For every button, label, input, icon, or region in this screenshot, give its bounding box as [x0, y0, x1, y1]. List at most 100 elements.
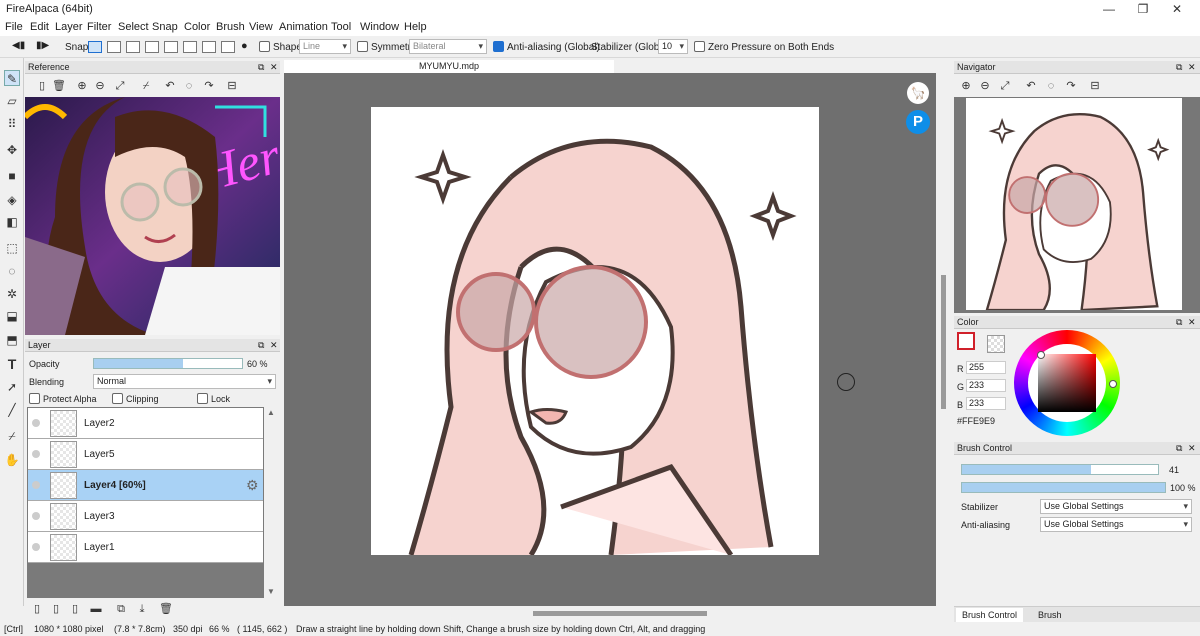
menu-color[interactable]: Color — [184, 21, 210, 33]
secondary-color-swatch[interactable] — [987, 335, 1005, 353]
brush-size-slider[interactable] — [961, 464, 1159, 475]
layer-row-layer2[interactable]: Layer2 — [28, 408, 263, 439]
scroll-up-icon[interactable]: ▲ — [267, 408, 275, 417]
fit-icon[interactable]: ⤢ — [998, 79, 1012, 93]
layer-row-layer3[interactable]: Layer3 — [28, 501, 263, 532]
reset-rotate-icon[interactable]: ◌ — [182, 79, 196, 93]
new-1bit-layer-icon[interactable]: ▯ — [68, 602, 82, 616]
visibility-icon[interactable] — [32, 419, 40, 427]
blending-select[interactable]: Normal — [93, 374, 276, 389]
panel-float-icon[interactable]: ⧉ — [258, 339, 264, 352]
next-frame-icon[interactable]: ▮▶ — [36, 40, 49, 51]
layer-opacity-slider[interactable] — [93, 358, 243, 369]
panel-close-icon[interactable]: ✕ — [1188, 316, 1196, 329]
snap-circle-icon[interactable] — [183, 41, 197, 53]
brush-stabilizer-select[interactable]: Use Global Settings — [1040, 499, 1192, 514]
b-input[interactable]: 233 — [966, 397, 1006, 410]
delete-layer-icon[interactable]: 🗑 — [159, 602, 173, 616]
panel-close-icon[interactable]: ✕ — [1188, 61, 1196, 74]
move-tool-icon[interactable]: ✥ — [4, 142, 20, 158]
reset-rotate-icon[interactable]: ◌ — [1044, 79, 1058, 93]
rotate-left-icon[interactable]: ↶ — [163, 79, 177, 93]
menu-layer[interactable]: Layer — [55, 21, 83, 33]
gradient-tool-icon[interactable]: ◧ — [4, 214, 20, 230]
snap-crisscross-icon[interactable] — [145, 41, 159, 53]
layer-row-layer4[interactable]: Layer4 [60%] ⚙ — [28, 470, 263, 501]
menu-file[interactable]: File — [5, 21, 23, 33]
menu-filter[interactable]: Filter — [87, 21, 111, 33]
alpaca-icon[interactable]: 🦙 — [907, 82, 929, 104]
text-tool-icon[interactable]: T — [4, 356, 20, 372]
eyedropper-icon[interactable]: ⌿ — [139, 79, 153, 93]
open-image-icon[interactable]: ▯ — [35, 79, 49, 93]
snap-off-icon[interactable] — [88, 41, 102, 53]
zoom-in-icon[interactable]: ⊕ — [959, 79, 973, 93]
vertical-scrollbar[interactable] — [941, 275, 946, 409]
visibility-icon[interactable] — [32, 450, 40, 458]
layer-row-layer5[interactable]: Layer5 — [28, 439, 263, 470]
shape-checkbox[interactable] — [259, 41, 270, 52]
antialias-checkbox[interactable] — [493, 41, 504, 52]
panel-close-icon[interactable]: ✕ — [270, 61, 278, 74]
select-pen-tool-icon[interactable]: ⬓ — [4, 308, 20, 324]
eyedropper-tool-icon[interactable]: ⌿ — [4, 428, 20, 444]
menu-snap[interactable]: Snap — [152, 21, 178, 33]
snap-curve-icon[interactable] — [202, 41, 216, 53]
visibility-icon[interactable] — [32, 543, 40, 551]
rotate-right-icon[interactable]: ↷ — [202, 79, 216, 93]
sv-picker-handle[interactable] — [1037, 351, 1045, 359]
horizontal-scrollbar[interactable] — [533, 611, 707, 616]
flip-icon[interactable]: ⊟ — [1088, 79, 1102, 93]
brush-antialias-select[interactable]: Use Global Settings — [1040, 517, 1192, 532]
menu-brush[interactable]: Brush — [216, 21, 245, 33]
hue-wheel[interactable] — [1014, 330, 1120, 436]
operation-tool-icon[interactable]: ➚ — [4, 379, 20, 395]
stabilizer-select[interactable]: 10 — [658, 39, 688, 54]
fill-rect-tool-icon[interactable]: ■ — [4, 168, 20, 184]
scroll-down-icon[interactable]: ▼ — [267, 587, 275, 596]
duplicate-layer-icon[interactable]: ⧉ — [114, 602, 128, 616]
drawing-canvas[interactable] — [371, 107, 819, 555]
prev-frame-icon[interactable]: ◀▮ — [12, 40, 25, 51]
zoom-in-icon[interactable]: ⊕ — [75, 79, 89, 93]
tab-brush[interactable]: Brush — [1038, 610, 1062, 620]
symmetry-checkbox[interactable] — [357, 41, 368, 52]
zoom-out-icon[interactable]: ⊖ — [93, 79, 107, 93]
layer-settings-gear-icon[interactable]: ⚙ — [246, 477, 259, 494]
snap-perspective-icon[interactable] — [221, 41, 235, 53]
snap-radial-icon[interactable] — [164, 41, 178, 53]
menu-edit[interactable]: Edit — [30, 21, 49, 33]
dot-tool-icon[interactable]: ⠿ — [4, 116, 20, 132]
flip-icon[interactable]: ⊟ — [225, 79, 239, 93]
snap-grid-icon[interactable] — [126, 41, 140, 53]
panel-float-icon[interactable]: ⧉ — [1176, 442, 1182, 455]
fit-icon[interactable]: ⤢ — [113, 79, 127, 93]
saturation-value-square[interactable] — [1038, 354, 1096, 412]
shape-select[interactable]: Line — [299, 39, 351, 54]
select-eraser-tool-icon[interactable]: ⬒ — [4, 332, 20, 348]
menu-tool[interactable]: Tool — [331, 21, 351, 33]
zero-pressure-checkbox[interactable] — [694, 41, 705, 52]
menu-view[interactable]: View — [249, 21, 273, 33]
brush-tool-icon[interactable]: ✎ — [4, 70, 20, 86]
snap-parallel-icon[interactable] — [107, 41, 121, 53]
zoom-out-icon[interactable]: ⊖ — [978, 79, 992, 93]
menu-window[interactable]: Window — [360, 21, 399, 33]
new-folder-icon[interactable]: ▬ — [89, 602, 103, 616]
symmetry-select[interactable]: Bilateral — [409, 39, 487, 54]
merge-down-icon[interactable]: ⤓ — [135, 602, 149, 616]
canvas-area[interactable]: 🦙 P — [284, 73, 936, 606]
divide-tool-icon[interactable]: ╱ — [4, 402, 20, 418]
maximize-button[interactable]: ❐ — [1126, 0, 1160, 18]
lasso-tool-icon[interactable]: ◌ — [4, 263, 20, 279]
menu-animation[interactable]: Animation — [279, 21, 328, 33]
close-button[interactable]: ✕ — [1160, 0, 1194, 18]
snap-setting-icon[interactable]: ● — [241, 40, 248, 52]
rotate-left-icon[interactable]: ↶ — [1024, 79, 1038, 93]
document-tab[interactable]: MYUMYU.mdp — [284, 60, 614, 73]
panel-float-icon[interactable]: ⧉ — [1176, 316, 1182, 329]
bucket-tool-icon[interactable]: ◈ — [4, 192, 20, 208]
hand-tool-icon[interactable]: ✋ — [4, 452, 20, 468]
delete-image-icon[interactable]: 🗑 — [52, 79, 66, 93]
menu-help[interactable]: Help — [404, 21, 427, 33]
